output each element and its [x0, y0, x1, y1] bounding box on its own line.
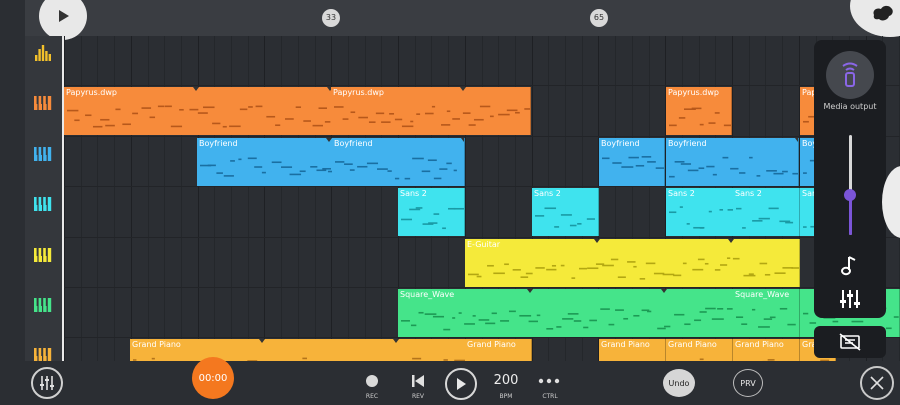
play-icon — [457, 378, 466, 390]
volume-slider-knob[interactable] — [844, 189, 856, 201]
clip-notes — [602, 155, 664, 169]
pattern-clip[interactable]: Boyfriend — [332, 137, 465, 186]
clip-notch — [392, 339, 399, 344]
clip-notes — [335, 157, 457, 180]
clip-label: Sans 2 — [668, 189, 695, 199]
rewind-icon[interactable] — [410, 373, 426, 389]
clip-notch — [193, 87, 199, 92]
output-side-panel: Media output — [814, 40, 886, 318]
piano-keys-icon[interactable] — [33, 94, 53, 112]
playlist-grid[interactable]: Papyrus.dwpPapyrus.dwpPapyrus.dwpPapyrus… — [64, 36, 900, 388]
lane-divider — [64, 287, 900, 288]
clip-label: Papyrus.dwp — [333, 88, 384, 98]
clip-notes — [669, 156, 798, 178]
daw-playlist-screen: 33 65 Papyrus.dwp Papyrus.dwp Papyrus.dwp P… — [0, 0, 900, 405]
clip-notch — [460, 87, 466, 92]
bar-marker[interactable]: 33 — [322, 9, 340, 27]
fruit-logo-icon — [873, 5, 893, 21]
clip-label: Grand Piano — [132, 340, 181, 350]
clip-notch — [259, 339, 265, 344]
screen-cast-off-button[interactable] — [814, 326, 886, 358]
mixer-icon — [40, 376, 54, 390]
clip-label: Boyfriend — [601, 138, 640, 148]
close-button[interactable] — [860, 366, 894, 400]
mixer-button[interactable] — [31, 367, 63, 399]
track-header-strip — [25, 36, 63, 363]
lane-divider — [64, 135, 900, 137]
clip-label: Boyfriend — [334, 138, 373, 148]
clip-notes — [401, 207, 464, 230]
clip-notes — [736, 207, 794, 229]
clip-label: Square_Wave — [400, 290, 455, 299]
lane-divider — [64, 186, 900, 188]
timeline-ruler[interactable]: 33 65 — [25, 0, 900, 36]
pattern-clip[interactable]: Boyfriend — [666, 137, 799, 186]
undo-button[interactable]: Undo — [663, 369, 695, 397]
clip-label: E-Guitar — [467, 239, 501, 249]
pattern-clip[interactable]: Square_Wave — [733, 289, 800, 337]
pattern-clip[interactable]: Papyrus.dwp — [666, 87, 732, 136]
time-display-button[interactable]: 00:00 — [192, 357, 234, 399]
clip-label: Sans 2 — [400, 189, 427, 199]
bar-marker[interactable]: 65 — [590, 9, 608, 27]
preview-button[interactable]: PRV — [733, 369, 763, 397]
pattern-clip[interactable]: E-Guitar — [465, 238, 800, 287]
clip-notch — [727, 238, 734, 243]
speaker-icon — [842, 62, 858, 87]
clip-notes — [334, 106, 530, 128]
clip-label: Papyrus.dwp — [668, 88, 719, 98]
clip-notch — [660, 289, 667, 293]
clip-label: Grand Piano — [735, 340, 784, 350]
clip-label: Sans 2 — [534, 189, 561, 199]
clip-label: Boyfriend — [668, 138, 707, 148]
clip-notes — [736, 307, 796, 328]
volume-slider-fill — [849, 195, 852, 235]
bpm-label: BPM — [499, 393, 513, 400]
clip-notes — [535, 207, 595, 228]
clip-notch — [795, 137, 798, 142]
pattern-clip[interactable]: Sans 2 — [733, 188, 800, 237]
piano-keys-icon[interactable] — [33, 246, 53, 264]
media-output-label: Media output — [823, 102, 877, 111]
music-note-icon[interactable] — [840, 255, 860, 277]
clip-label: Boyfriend — [199, 138, 238, 148]
piano-keys-icon[interactable] — [33, 145, 53, 163]
rewind-label: REV — [411, 393, 425, 400]
clip-label: Papyrus.dwp — [66, 88, 117, 98]
bpm-value[interactable]: 200 — [491, 373, 521, 388]
mixer-sliders-icon[interactable] — [838, 287, 862, 311]
clip-label: Grand Piano — [467, 340, 516, 350]
pattern-clip[interactable]: Sans 2 — [532, 188, 599, 237]
piano-keys-icon[interactable] — [33, 296, 53, 314]
clip-label: Grand Piano — [668, 340, 717, 350]
pattern-clip[interactable]: Boyfriend — [599, 137, 665, 186]
cast-off-icon — [839, 333, 861, 351]
ctrl-label: CTRL — [542, 393, 558, 400]
record-button[interactable] — [366, 375, 378, 387]
lane-divider — [64, 337, 900, 339]
close-icon — [870, 376, 884, 390]
clip-notch — [527, 289, 533, 293]
lane-divider — [64, 85, 900, 87]
clip-label: Grand Piano — [601, 340, 650, 350]
clip-label: Square_Wave — [735, 290, 790, 299]
play-button[interactable] — [445, 368, 477, 400]
clip-label: Sans 2 — [735, 189, 762, 199]
meters-icon[interactable] — [33, 44, 53, 62]
clip-notes — [669, 107, 731, 127]
play-icon — [59, 10, 69, 22]
transport-bar: 00:00 REC REV 200 BPM CTRL Undo PRV — [0, 357, 900, 405]
clip-notch — [461, 137, 464, 142]
piano-keys-icon[interactable] — [33, 195, 53, 213]
pattern-clip[interactable]: Papyrus.dwp — [331, 87, 531, 136]
more-dots-icon[interactable] — [538, 378, 560, 384]
clip-notes — [468, 256, 799, 280]
record-label: REC — [365, 393, 379, 400]
lane-divider — [64, 236, 900, 238]
clip-notch — [594, 238, 600, 243]
media-output-button[interactable] — [826, 51, 874, 99]
pattern-clip[interactable]: Sans 2 — [398, 188, 465, 237]
